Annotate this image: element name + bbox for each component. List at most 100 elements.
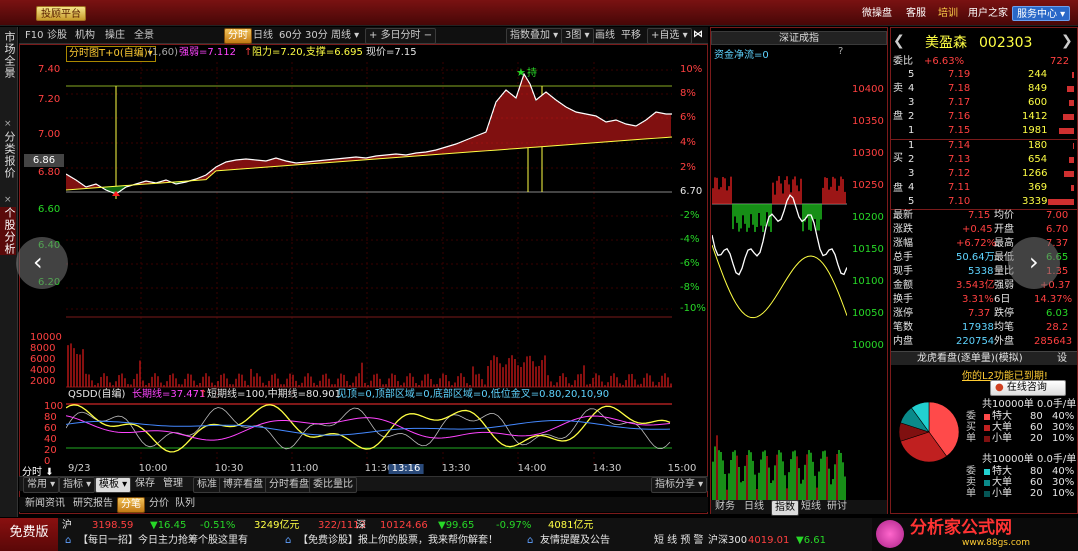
dragon-count: 20 <box>1030 488 1043 499</box>
price-tick: 6.60 <box>38 204 61 215</box>
dragon-count: 20 <box>1030 433 1043 444</box>
dragon-count: 60 <box>1030 422 1043 433</box>
finance-tab[interactable]: 财务 <box>715 500 735 514</box>
template-tab[interactable]: 模板 ▾ <box>95 477 132 493</box>
help-icon[interactable]: ? <box>838 46 843 57</box>
queue-tab[interactable]: 队列 <box>175 497 195 511</box>
service-link[interactable]: 客服 <box>902 6 930 21</box>
close-icon[interactable]: × <box>4 195 12 205</box>
game-view-tab[interactable]: 博弈看盘 <box>219 477 267 493</box>
panorama-button[interactable]: 全景 <box>134 29 154 43</box>
indicator-tab[interactable]: 指标 ▾ <box>59 477 96 493</box>
diagnose-button[interactable]: 诊股 <box>47 29 67 43</box>
percent-tick: -6% <box>680 258 700 269</box>
stat-label: 现手 <box>893 266 913 277</box>
dragon-title[interactable]: 龙虎看盘(逐单量)(模拟) <box>917 353 1023 365</box>
side-tab-category[interactable]: 分类报价 <box>0 131 16 179</box>
prev-stock-icon[interactable]: ❮ <box>893 34 905 48</box>
standard-tab[interactable]: 标准 <box>193 477 221 493</box>
net-flow: 资金净流=0 <box>714 50 769 61</box>
micro-trade-link[interactable]: 微操盘 <box>858 6 896 21</box>
next-stock-icon[interactable]: ❯ <box>1061 34 1073 48</box>
dragon-pct: 40% <box>1052 466 1075 477</box>
side-tab-strip: 市场全景 × 分类报价 × 个股分析 <box>0 27 18 517</box>
discuss-tab[interactable]: 研讨 <box>827 500 847 514</box>
news-tab[interactable]: 新闻资讯 <box>25 497 65 511</box>
level: 5 <box>908 69 915 80</box>
index-chart[interactable] <box>712 60 847 500</box>
pan-button[interactable]: 平移 <box>621 29 641 43</box>
daily-tab[interactable]: 日线 <box>744 500 764 514</box>
operate-button[interactable]: 操庄 <box>105 29 125 43</box>
order-price: 7.15 <box>948 125 971 136</box>
side-tab-market[interactable]: 市场全景 <box>0 31 16 79</box>
side-tab-stock[interactable]: 个股分析 <box>0 207 16 255</box>
index-avg-line <box>712 244 847 319</box>
stat-label: 涨停 <box>893 308 913 319</box>
draw-line-button[interactable]: 画线 <box>595 29 615 43</box>
logo-url: www.88gs.com <box>962 538 1031 548</box>
volume-bar <box>1072 72 1074 78</box>
service-center-dropdown[interactable]: 服务中心 ▾ <box>1012 6 1071 21</box>
price-line <box>66 72 672 195</box>
indicator-select[interactable]: 分时图T+0(自编)▾ <box>66 46 156 62</box>
index-tab[interactable]: 指数 <box>771 500 799 516</box>
tick-tab[interactable]: 分笔 <box>117 497 145 513</box>
index-title[interactable]: 深证成指 <box>711 31 887 45</box>
next-page-button[interactable]: › <box>1008 237 1060 289</box>
training-link[interactable]: 培训 <box>934 6 962 21</box>
qsdd-tick: 80 <box>44 412 57 423</box>
collapse-icon[interactable]: ⋈ <box>693 28 703 42</box>
ratio-tab[interactable]: 委比量比 <box>309 477 357 493</box>
research-tab[interactable]: 研究报告 <box>73 497 113 511</box>
institution-button[interactable]: 机构 <box>75 29 95 43</box>
stat-label: 强弱 <box>994 280 1014 291</box>
period-60m-button[interactable]: 60分 <box>279 29 302 43</box>
dragon-pct: 30% <box>1052 477 1075 488</box>
ticker-item[interactable]: 【每日一招】今日主力抢筹个股这里有 <box>78 534 248 548</box>
index-tick: 10150 <box>852 244 884 255</box>
save-tab[interactable]: 保存 <box>135 477 155 491</box>
level: 2 <box>908 154 915 165</box>
ticker-item[interactable]: 友情提醒及公告 <box>540 534 610 548</box>
dragon-unit: 共10000单 0.0手/单 <box>982 454 1077 465</box>
info-tabs: 新闻资讯 研究报告 分笔 分价 队列 <box>19 497 708 513</box>
price-tab[interactable]: 分价 <box>149 497 169 511</box>
qsdd-short: 短期线=100,中期线=80.901 <box>207 389 342 400</box>
prev-page-button[interactable]: ‹ <box>16 237 68 289</box>
f10-button[interactable]: F10 <box>25 29 43 43</box>
index-tick: 10000 <box>852 340 884 351</box>
stat-value: 7.00 <box>1046 210 1069 221</box>
intraday-chart[interactable]: ★ 持 <box>66 62 672 466</box>
user-home-link[interactable]: 用户之家 <box>964 6 1012 21</box>
close-icon[interactable]: × <box>4 119 12 129</box>
dragon-setting[interactable]: 设 <box>1057 353 1067 365</box>
ticker-item: ▼99.65 <box>438 520 475 531</box>
manage-tab[interactable]: 管理 <box>163 477 183 491</box>
free-version-label[interactable]: 免费版 <box>0 518 58 551</box>
intraday-view-tab[interactable]: 分时看盘 <box>265 477 313 493</box>
qsdd-title[interactable]: QSDD(自编) <box>68 388 125 402</box>
ticker-item[interactable]: 【免费诊股】报上你的股票，我来帮你解套！ <box>298 534 498 548</box>
common-tab[interactable]: 常用 ▾ <box>23 477 60 493</box>
time-tick: 10:30 <box>214 463 244 474</box>
online-consult-button[interactable]: ● 在线咨询 <box>990 380 1066 396</box>
bottom-ticker: 免费版 沪 3198.59 ▼16.45 -0.51% 3249亿元 322/1113 深 1… <box>0 518 1078 551</box>
advisor-platform-button[interactable]: 投顾平台 <box>36 6 86 21</box>
period-daily-button[interactable]: 日线 <box>253 29 273 43</box>
percent-tick: 2% <box>680 162 696 173</box>
add-watchlist-button[interactable]: +自选 ▾ <box>647 28 692 44</box>
index-overlay-button[interactable]: 指数叠加 ▾ <box>506 28 563 44</box>
period-30m-button[interactable]: 30分 <box>305 29 328 43</box>
ticker-item[interactable]: 短 线 预 警 <box>654 534 704 548</box>
period-intraday-button[interactable]: 分时 <box>224 28 252 44</box>
ticker-item: 3249亿元 <box>254 520 300 531</box>
shortline-tab[interactable]: 短线 <box>801 500 821 514</box>
period-weekly-button[interactable]: 周线 ▾ <box>331 29 359 43</box>
home-icon: ⌂ <box>65 535 72 546</box>
three-chart-button[interactable]: 3图 ▾ <box>561 28 594 44</box>
volume-bar <box>1064 171 1074 177</box>
indicator-share-button[interactable]: 指标分享 ▾ <box>651 477 708 493</box>
stat-label: 涨跌 <box>893 224 913 235</box>
multi-day-button[interactable]: + 多日分时 − <box>365 28 437 44</box>
